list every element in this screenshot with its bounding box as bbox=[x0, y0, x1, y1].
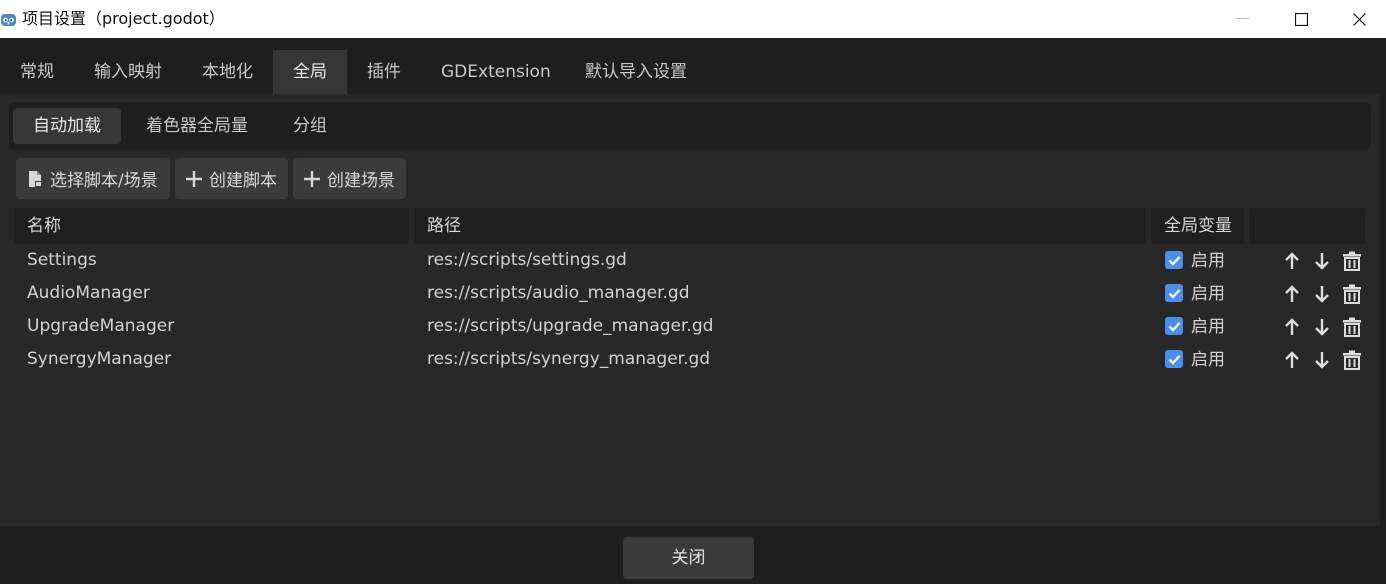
column-header-global-variable: 全局变量 bbox=[1151, 208, 1244, 244]
tab-import-defaults[interactable]: 默认导入设置 bbox=[565, 50, 707, 94]
close-button[interactable]: 关闭 bbox=[623, 537, 754, 579]
title-bar: 项目设置（project.godot） bbox=[0, 0, 1386, 38]
subtab-autoload[interactable]: 自动加载 bbox=[13, 108, 121, 144]
tab-gdextension[interactable]: GDExtension bbox=[421, 50, 571, 94]
globals-subtabs: 自动加载 着色器全局量 分组 bbox=[9, 102, 1371, 150]
autoload-path: res://scripts/audio_manager.gd bbox=[427, 283, 690, 303]
move-down-icon[interactable] bbox=[1311, 283, 1333, 305]
enabled-checkbox[interactable] bbox=[1165, 251, 1183, 269]
settings-tabs: 常规 输入映射 本地化 全局 插件 GDExtension 默认导入设置 bbox=[0, 38, 1386, 94]
delete-icon[interactable] bbox=[1341, 250, 1363, 272]
create-scene-label: 创建场景 bbox=[327, 171, 395, 191]
maximize-button[interactable] bbox=[1272, 0, 1330, 38]
window-title: 项目设置（project.godot） bbox=[22, 9, 225, 28]
autoload-path: res://scripts/synergy_manager.gd bbox=[427, 349, 711, 369]
autoload-name: Settings bbox=[27, 250, 97, 270]
minimize-icon bbox=[1237, 18, 1249, 19]
enabled-label: 启用 bbox=[1191, 350, 1225, 370]
minimize-button[interactable] bbox=[1214, 0, 1272, 38]
file-icon bbox=[29, 170, 42, 187]
globals-panel: 自动加载 着色器全局量 分组 选择脚本/场景 创建脚本 创建场景 名称 路径 全… bbox=[0, 94, 1380, 526]
maximize-icon bbox=[1294, 12, 1308, 26]
plus-icon bbox=[186, 170, 202, 187]
checkmark-icon bbox=[1168, 288, 1180, 299]
move-down-icon[interactable] bbox=[1311, 250, 1333, 272]
autoload-name: UpgradeManager bbox=[27, 316, 175, 336]
enabled-label: 启用 bbox=[1191, 317, 1225, 337]
table-row[interactable]: AudioManager res://scripts/audio_manager… bbox=[14, 277, 1366, 310]
create-scene-button[interactable]: 创建场景 bbox=[293, 158, 406, 199]
column-header-actions bbox=[1249, 208, 1365, 244]
checkmark-icon bbox=[1168, 321, 1180, 332]
enabled-label: 启用 bbox=[1191, 284, 1225, 304]
checkmark-icon bbox=[1168, 354, 1180, 365]
enabled-checkbox[interactable] bbox=[1165, 284, 1183, 302]
column-header-path: 路径 bbox=[414, 208, 1146, 244]
tab-input-map[interactable]: 输入映射 bbox=[74, 50, 182, 94]
move-up-icon[interactable] bbox=[1281, 283, 1303, 305]
move-up-icon[interactable] bbox=[1281, 250, 1303, 272]
checkmark-icon bbox=[1168, 255, 1180, 266]
delete-icon[interactable] bbox=[1341, 349, 1363, 371]
plus-icon bbox=[304, 170, 320, 187]
tab-localization[interactable]: 本地化 bbox=[182, 50, 273, 94]
subtab-shader-globals[interactable]: 着色器全局量 bbox=[126, 108, 268, 144]
autoload-path: res://scripts/upgrade_manager.gd bbox=[427, 316, 714, 336]
enabled-checkbox[interactable] bbox=[1165, 350, 1183, 368]
column-header-name: 名称 bbox=[14, 208, 409, 244]
close-icon bbox=[1352, 12, 1366, 26]
enabled-checkbox[interactable] bbox=[1165, 317, 1183, 335]
move-up-icon[interactable] bbox=[1281, 349, 1303, 371]
move-up-icon[interactable] bbox=[1281, 316, 1303, 338]
tab-plugins[interactable]: 插件 bbox=[347, 50, 421, 94]
table-row[interactable]: UpgradeManager res://scripts/upgrade_man… bbox=[14, 310, 1366, 343]
move-down-icon[interactable] bbox=[1311, 316, 1333, 338]
autoload-name: AudioManager bbox=[27, 283, 150, 303]
autoload-path: res://scripts/settings.gd bbox=[427, 250, 627, 270]
create-script-label: 创建脚本 bbox=[209, 171, 277, 191]
autoload-name: SynergyManager bbox=[27, 349, 172, 369]
tab-globals[interactable]: 全局 bbox=[273, 50, 347, 94]
close-window-button[interactable] bbox=[1330, 0, 1386, 38]
move-down-icon[interactable] bbox=[1311, 349, 1333, 371]
table-row[interactable]: Settings res://scripts/settings.gd 启用 bbox=[14, 244, 1366, 277]
tab-general[interactable]: 常规 bbox=[0, 50, 74, 94]
subtab-groups[interactable]: 分组 bbox=[273, 108, 347, 144]
select-script-scene-button[interactable]: 选择脚本/场景 bbox=[16, 158, 170, 199]
godot-icon bbox=[1, 14, 16, 26]
enabled-label: 启用 bbox=[1191, 251, 1225, 271]
delete-icon[interactable] bbox=[1341, 316, 1363, 338]
delete-icon[interactable] bbox=[1341, 283, 1363, 305]
table-row[interactable]: SynergyManager res://scripts/synergy_man… bbox=[14, 343, 1366, 376]
select-script-scene-label: 选择脚本/场景 bbox=[50, 171, 158, 191]
create-script-button[interactable]: 创建脚本 bbox=[175, 158, 288, 199]
